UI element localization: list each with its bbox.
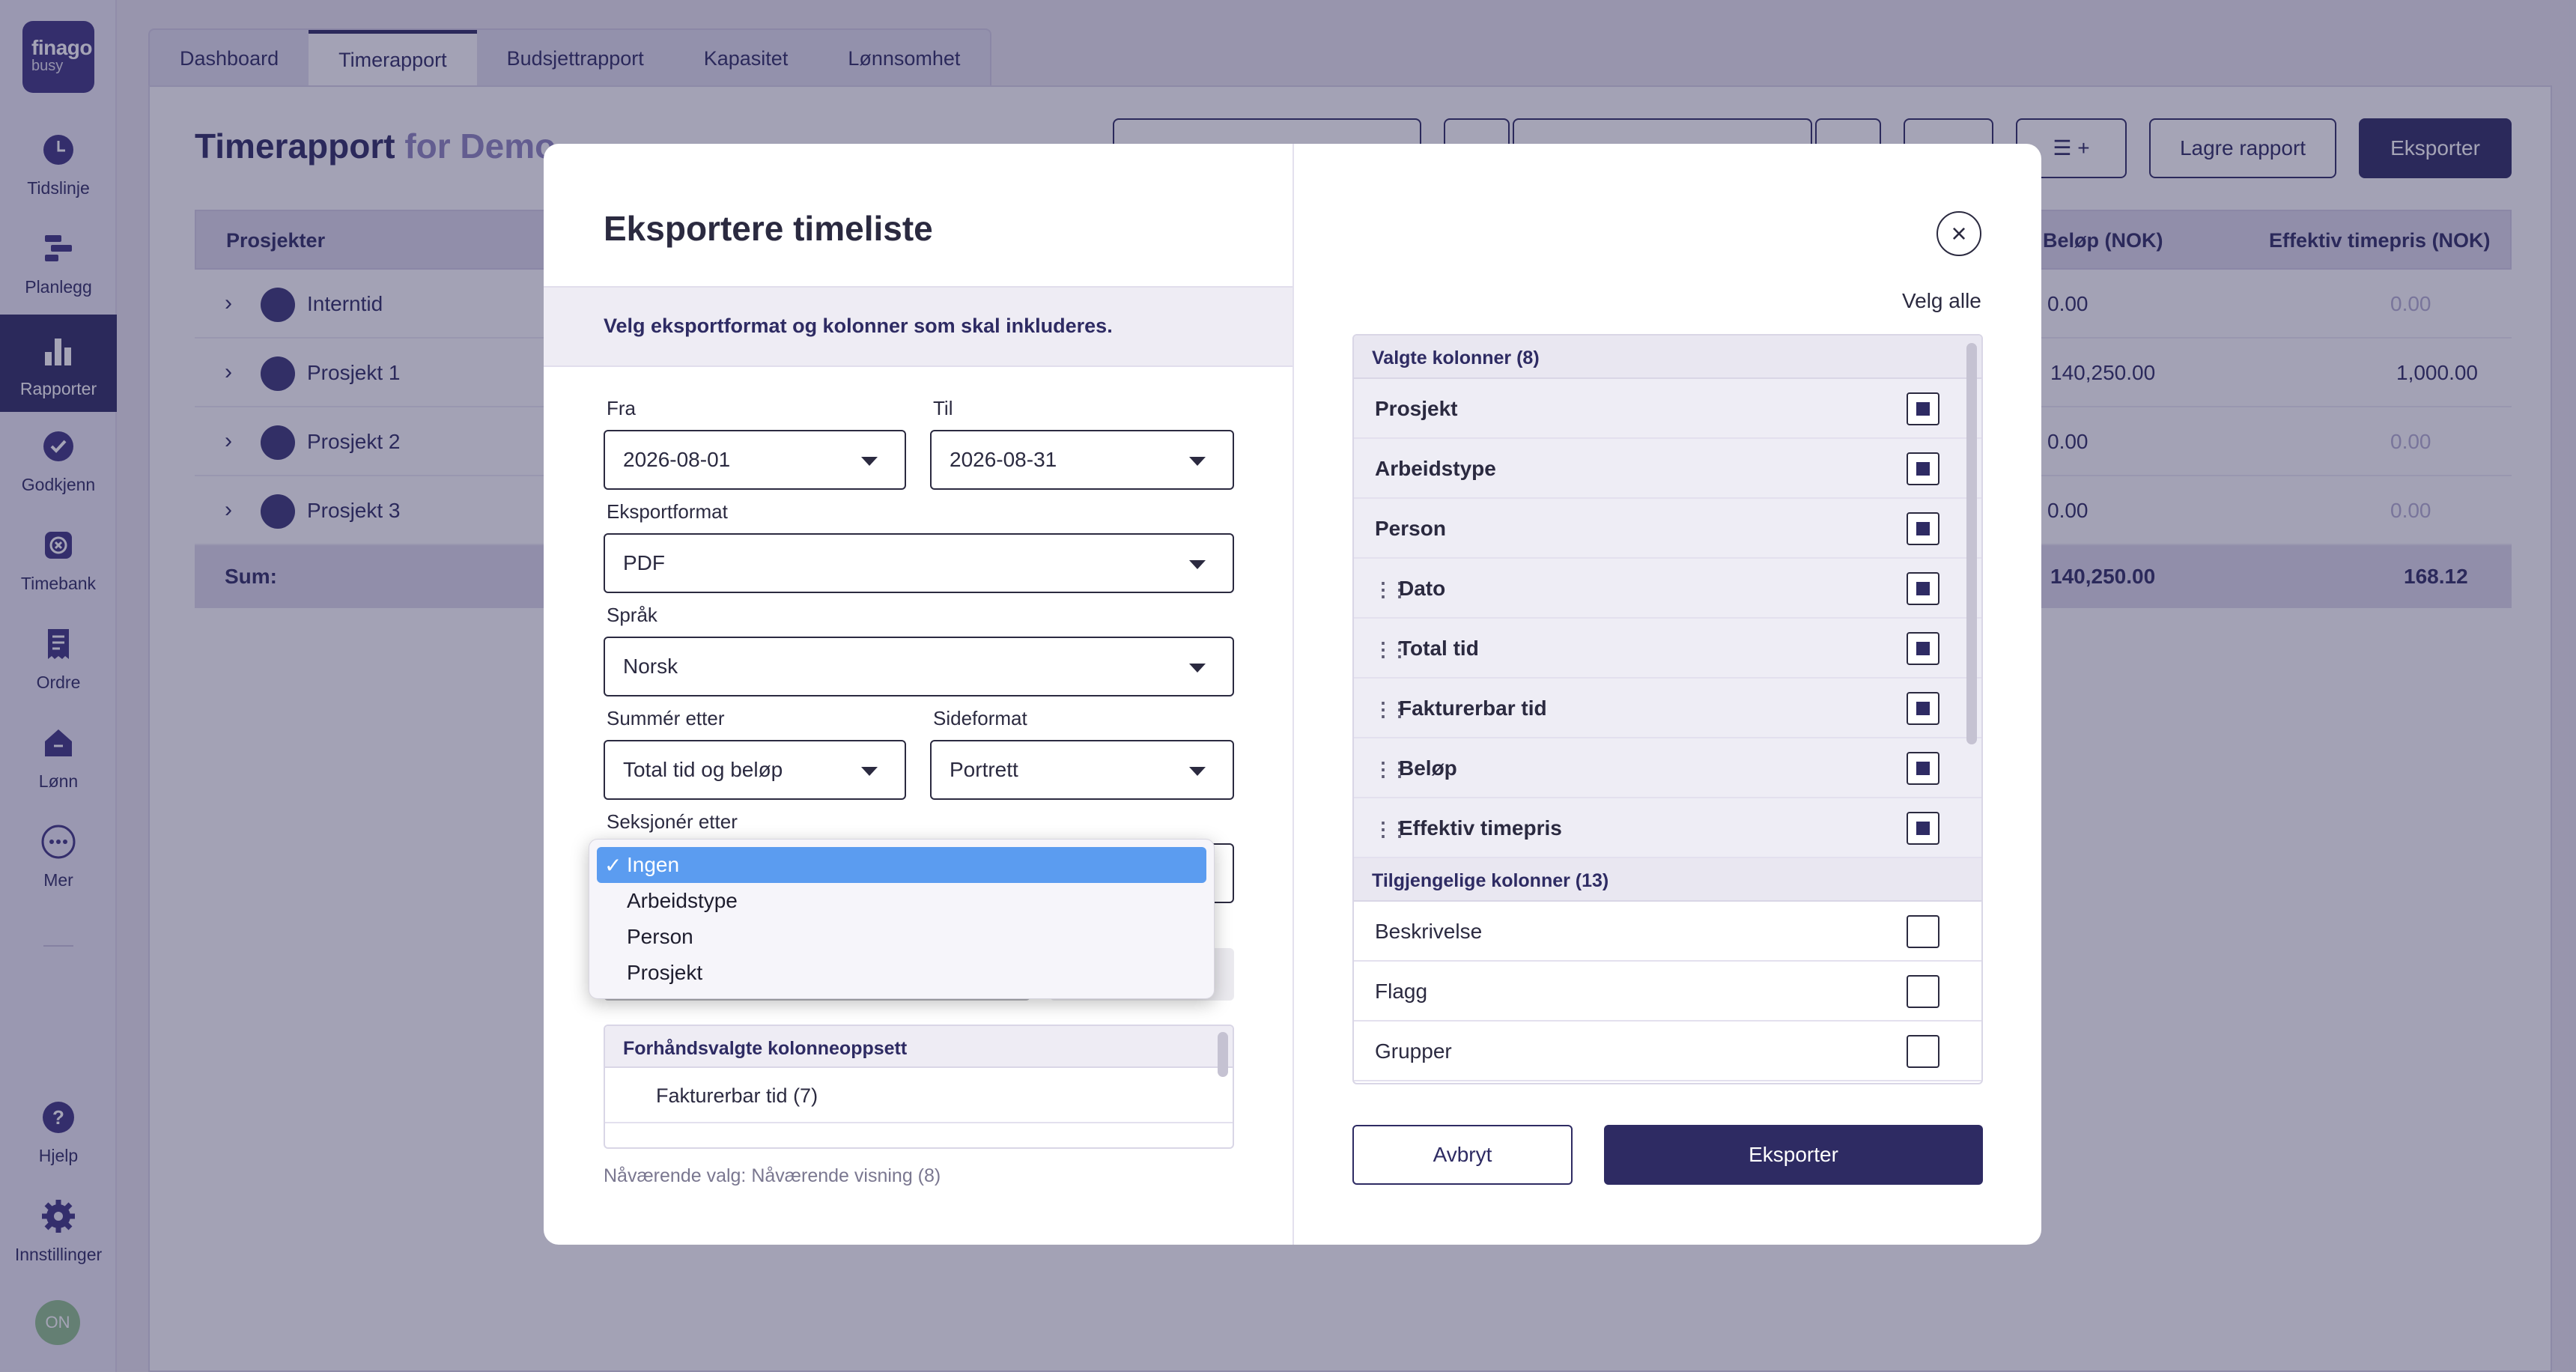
preset-list-scrollbar[interactable] (1218, 1032, 1228, 1077)
dropdown-option-prosjekt[interactable]: Prosjekt (597, 955, 1206, 991)
option-label: Ingen (627, 853, 680, 876)
column-list-scrollbar[interactable] (1966, 343, 1977, 744)
current-selection-text: Nåværende valg: Nåværende visning (8) (604, 1165, 941, 1186)
close-icon: × (1951, 218, 1967, 249)
column-checkbox[interactable] (1907, 975, 1939, 1008)
column-label: Arbeidstype (1375, 457, 1496, 480)
list-item[interactable]: ⋮⋮ Dato (1354, 559, 1981, 619)
language-label: Språk (607, 604, 657, 626)
sum-by-label: Summér etter (607, 707, 725, 729)
column-checkbox[interactable] (1907, 512, 1939, 545)
list-item[interactable]: ⋮⋮ Beløp (1354, 738, 1981, 798)
column-label: Beskrivelse (1375, 920, 1483, 943)
dropdown-option-ingen[interactable]: ✓ Ingen (597, 847, 1206, 883)
page-format-value: Portrett (950, 758, 1018, 781)
column-label: Grupper (1375, 1039, 1452, 1063)
option-label: Prosjekt (627, 961, 703, 984)
column-checkbox[interactable] (1907, 392, 1939, 425)
column-checkbox[interactable] (1907, 692, 1939, 725)
chevron-down-icon (1189, 664, 1206, 673)
list-item[interactable]: ⋮⋮ Effektiv timepris (1354, 798, 1981, 858)
column-checkbox[interactable] (1907, 812, 1939, 845)
chevron-down-icon (861, 457, 878, 466)
export-settings-panel: Eksportere timeliste Velg eksportformat … (544, 144, 1294, 1245)
cancel-button[interactable]: Avbryt (1352, 1125, 1573, 1185)
column-checkbox[interactable] (1907, 572, 1939, 605)
column-label: Flagg (1375, 980, 1428, 1003)
list-item[interactable]: Flagg (1354, 962, 1981, 1022)
available-columns-header: Tilgjengelige kolonner (13) (1354, 858, 1981, 902)
language-value: Norsk (623, 655, 678, 678)
from-date-select[interactable]: 2026-08-01 (604, 430, 906, 490)
chevron-down-icon (861, 767, 878, 776)
list-item[interactable]: Arbeidstype (1354, 439, 1981, 499)
checkmark-icon: ✓ (604, 854, 622, 877)
column-selection-list: Valgte kolonner (8) Prosjekt Arbeidstype… (1352, 334, 1983, 1084)
column-label: Effektiv timepris (1399, 816, 1562, 840)
column-checkbox[interactable] (1907, 632, 1939, 665)
list-item[interactable]: Person (1354, 499, 1981, 559)
column-checkbox[interactable] (1907, 752, 1939, 785)
chevron-down-icon (1189, 457, 1206, 466)
column-checkbox[interactable] (1907, 915, 1939, 948)
to-date-select[interactable]: 2026-08-31 (930, 430, 1234, 490)
column-label: Total tid (1399, 637, 1479, 660)
list-item[interactable]: ⋮⋮ Fakturerbar tid (1354, 679, 1981, 738)
column-label: Beløp (1399, 756, 1457, 780)
column-checkbox[interactable] (1907, 1035, 1939, 1068)
section-by-label: Seksjonér etter (607, 810, 738, 833)
export-format-value: PDF (623, 551, 665, 574)
language-select[interactable]: Norsk (604, 637, 1234, 696)
dialog-title: Eksportere timeliste (604, 209, 933, 248)
chevron-down-icon (1189, 560, 1206, 569)
column-checkbox[interactable] (1907, 452, 1939, 485)
selected-columns-header: Valgte kolonner (8) (1354, 336, 1981, 379)
column-label: Dato (1399, 577, 1446, 600)
close-button[interactable]: × (1936, 211, 1981, 256)
export-format-select[interactable]: PDF (604, 533, 1234, 593)
option-label: Person (627, 925, 693, 948)
select-all-link[interactable]: Velg alle (1902, 289, 1981, 313)
list-item[interactable]: ⋮⋮ Total tid (1354, 619, 1981, 679)
list-item[interactable]: Grupper (1354, 1022, 1981, 1081)
preset-list-header: Forhåndsvalgte kolonneoppsett (605, 1026, 1233, 1068)
sum-by-select[interactable]: Total tid og beløp (604, 740, 906, 800)
column-label: Prosjekt (1375, 397, 1458, 420)
list-item[interactable]: Fakturerbar tid (7) (605, 1068, 1233, 1123)
dialog-instructions: Velg eksportformat og kolonner som skal … (544, 286, 1292, 367)
list-item[interactable]: Beskrivelse (1354, 902, 1981, 962)
page-format-select[interactable]: Portrett (930, 740, 1234, 800)
dropdown-option-arbeidstype[interactable]: Arbeidstype (597, 883, 1206, 919)
chevron-down-icon (1189, 767, 1206, 776)
page-format-label: Sideformat (933, 707, 1027, 729)
section-by-dropdown-menu: ✓ Ingen Arbeidstype Person Prosjekt (589, 839, 1215, 999)
dropdown-option-person[interactable]: Person (597, 919, 1206, 955)
preset-column-list: Forhåndsvalgte kolonneoppsett Fakturerba… (604, 1025, 1234, 1149)
from-label: Fra (607, 397, 636, 419)
list-item[interactable]: Prosjekt (1354, 379, 1981, 439)
to-date-value: 2026-08-31 (950, 448, 1057, 471)
to-label: Til (933, 397, 953, 419)
column-label: Person (1375, 517, 1446, 540)
sum-by-value: Total tid og beløp (623, 758, 783, 781)
option-label: Arbeidstype (627, 889, 738, 912)
format-label: Eksportformat (607, 500, 728, 523)
dialog-export-button[interactable]: Eksporter (1604, 1125, 1983, 1185)
column-label: Fakturerbar tid (1399, 696, 1547, 720)
from-date-value: 2026-08-01 (623, 448, 731, 471)
